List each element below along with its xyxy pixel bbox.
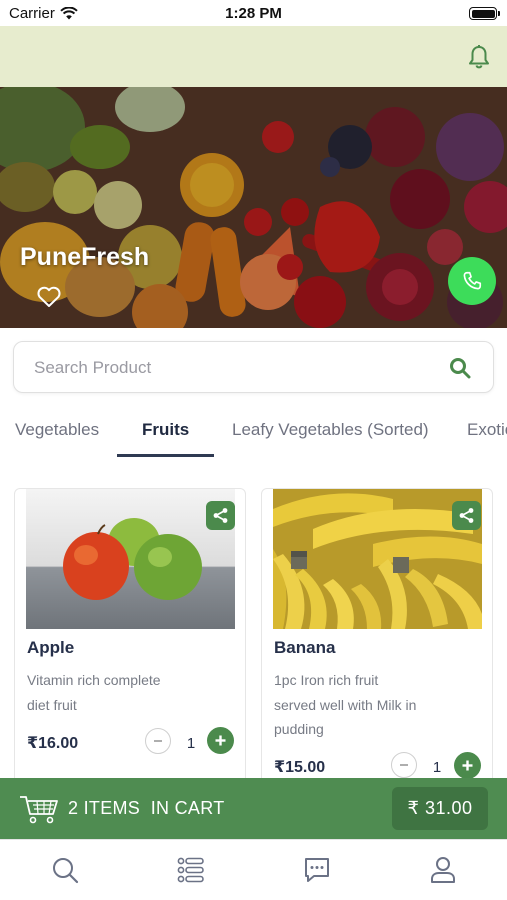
nav-categories[interactable] [175, 854, 207, 886]
nav-search[interactable] [49, 854, 81, 886]
hero-banner: PuneFresh [0, 87, 507, 328]
product-description: 1pc Iron rich fruit served well with Mil… [274, 668, 474, 742]
nav-chat[interactable] [301, 854, 333, 886]
quantity-value: 1 [186, 735, 196, 752]
battery-icon [469, 7, 500, 20]
product-card-banana[interactable]: Banana 1pc Iron rich fruit served well w… [261, 488, 493, 788]
cart-total: ₹ 31.00 [392, 787, 488, 830]
product-description-line: pudding [274, 721, 324, 737]
share-icon [459, 508, 474, 523]
search-icon [53, 858, 79, 884]
quantity-value: 1 [432, 759, 442, 776]
profile-icon [431, 857, 455, 883]
search-icon[interactable] [449, 357, 471, 379]
bell-icon[interactable] [467, 44, 491, 70]
product-card-apple[interactable]: Apple Vitamin rich complete diet fruit ₹… [14, 488, 246, 788]
product-price: ₹15.00 [274, 759, 326, 776]
phone-icon [463, 271, 482, 290]
share-button[interactable] [452, 501, 481, 530]
product-image-banana [273, 489, 482, 629]
product-name: Banana [274, 638, 336, 657]
quantity-decrease-button[interactable] [391, 752, 417, 778]
product-description-line: diet fruit [27, 696, 77, 713]
search-input[interactable] [34, 356, 414, 380]
bottom-nav [0, 839, 507, 900]
minus-icon [400, 764, 408, 766]
share-button[interactable] [206, 501, 235, 530]
active-tab-indicator [117, 454, 214, 457]
category-tabs: Vegetables Fruits Leafy Vegetables (Sort… [0, 404, 507, 458]
quantity-decrease-button[interactable] [145, 728, 171, 754]
app-header [0, 26, 507, 87]
quantity-increase-button[interactable] [454, 752, 481, 779]
search-bar [13, 341, 494, 393]
tab-fruits[interactable]: Fruits [142, 420, 189, 440]
product-description-line: served well with Milk in [274, 696, 417, 713]
list-icon [177, 857, 204, 883]
hero-image [0, 87, 507, 328]
cart-summary: 2 ITEMS IN CART [68, 798, 225, 818]
product-description-line: 1pc Iron rich fruit [274, 672, 379, 688]
status-time: 1:28 PM [225, 5, 282, 22]
quantity-increase-button[interactable] [207, 727, 234, 754]
store-title: PuneFresh [20, 243, 150, 271]
nav-profile[interactable] [427, 854, 459, 886]
call-button[interactable] [448, 257, 496, 305]
heart-icon[interactable] [36, 285, 62, 309]
plus-icon [462, 760, 473, 771]
product-name: Apple [27, 638, 75, 657]
tab-vegetables[interactable]: Vegetables [15, 420, 99, 440]
status-bar: Carrier 1:28 PM [0, 0, 507, 26]
cart-bar[interactable]: 2 ITEMS IN CART ₹ 31.00 [0, 778, 507, 839]
tab-exotic[interactable]: Exotic [467, 420, 507, 440]
product-price: ₹16.00 [27, 735, 79, 752]
minus-icon [154, 740, 162, 742]
cart-icon [20, 796, 58, 824]
product-image-apple [26, 489, 235, 629]
tab-leafy-vegetables[interactable]: Leafy Vegetables (Sorted) [232, 420, 429, 440]
plus-icon [215, 735, 226, 746]
chat-icon [305, 858, 329, 882]
product-description: Vitamin rich complete diet fruit [27, 668, 227, 717]
product-description-line: Vitamin rich complete [27, 672, 161, 688]
share-icon [213, 508, 228, 523]
